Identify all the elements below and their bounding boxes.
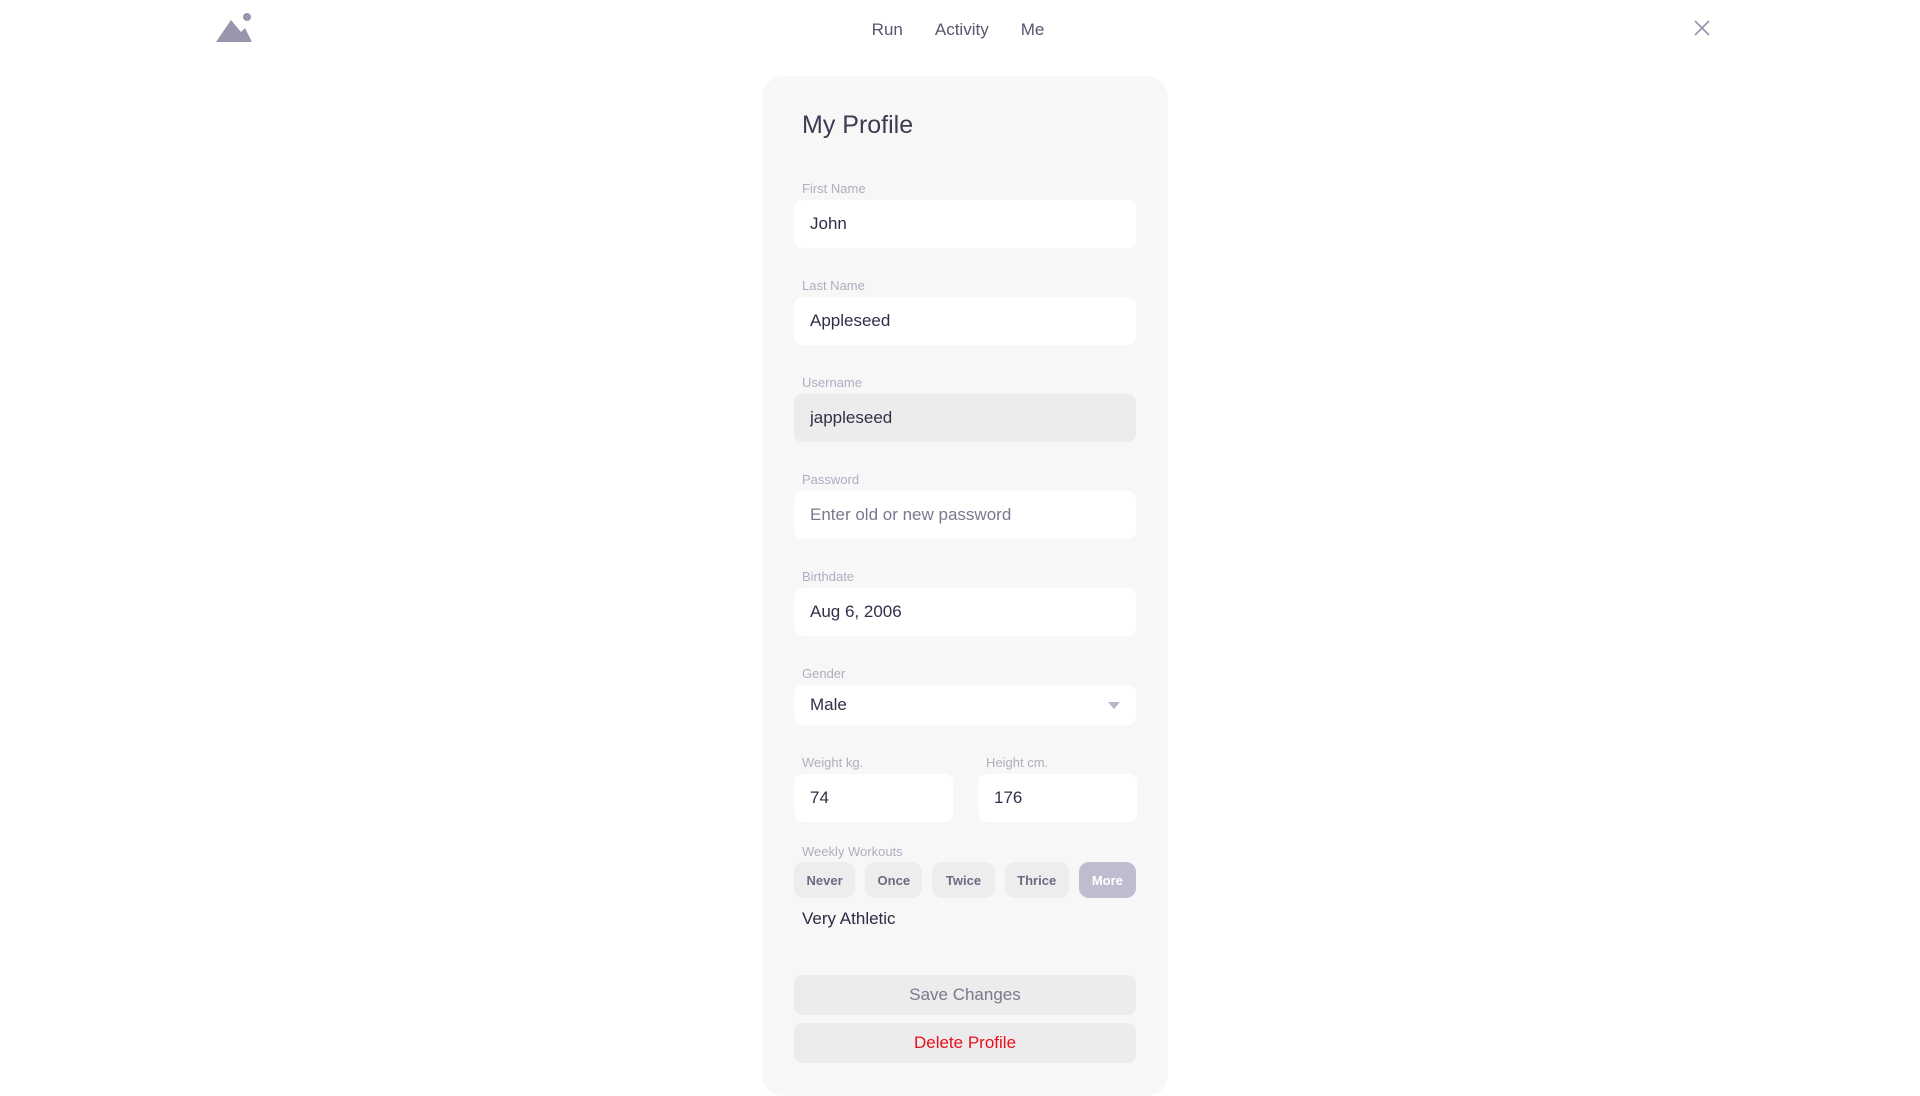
delete-profile-button[interactable]: Delete Profile (794, 1023, 1136, 1063)
top-nav: Run Activity Me (0, 18, 1920, 42)
nav-activity[interactable]: Activity (935, 18, 989, 42)
weekly-workouts-label: Weekly Workouts (802, 844, 903, 859)
password-label: Password (802, 472, 860, 487)
chevron-down-icon (1108, 701, 1120, 709)
profile-card: My Profile First Name Last Name Username… (762, 76, 1168, 1096)
weight-field[interactable] (794, 774, 953, 822)
weekly-workouts-selector: Never Once Twice Thrice More (794, 862, 1136, 898)
first-name-field[interactable] (794, 200, 1136, 248)
first-name-label: First Name (802, 181, 866, 196)
username-field (794, 394, 1136, 442)
gender-value: Male (810, 695, 847, 714)
height-label: Height cm. (986, 755, 1049, 770)
birthdate-label: Birthdate (802, 569, 855, 584)
save-changes-button[interactable]: Save Changes (794, 975, 1136, 1015)
nav-me[interactable]: Me (1021, 18, 1045, 42)
workout-option-thrice[interactable]: Thrice (1004, 862, 1069, 898)
workout-option-once[interactable]: Once (865, 862, 923, 898)
last-name-label: Last Name (802, 278, 865, 293)
athletic-level-text: Very Athletic (802, 909, 896, 928)
height-field[interactable] (978, 774, 1137, 822)
workout-option-more[interactable]: More (1078, 862, 1136, 898)
gender-select[interactable]: Male (794, 685, 1136, 725)
close-icon[interactable] (1692, 18, 1712, 38)
workout-option-twice[interactable]: Twice (932, 862, 995, 898)
gender-label: Gender (802, 666, 846, 681)
nav-run[interactable]: Run (872, 18, 903, 42)
last-name-field[interactable] (794, 297, 1136, 345)
workout-option-never[interactable]: Never (794, 862, 856, 898)
username-label: Username (802, 375, 862, 390)
password-field[interactable] (794, 491, 1136, 539)
birthdate-field[interactable] (794, 588, 1136, 636)
weight-label: Weight kg. (802, 755, 864, 770)
page-title: My Profile (802, 111, 914, 139)
